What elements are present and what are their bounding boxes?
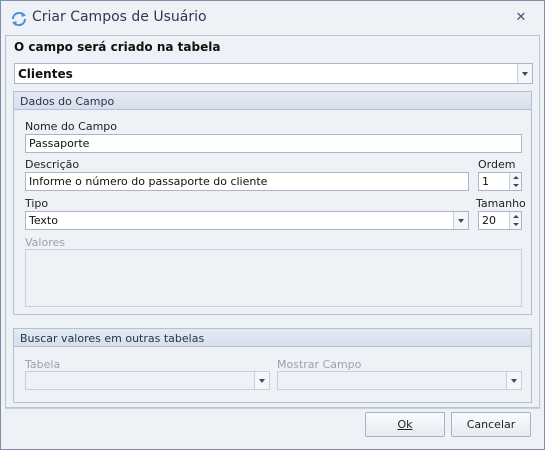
type-select[interactable]: Texto [25,211,469,230]
cancel-button-label: Cancelar [466,418,516,431]
description-label: Descrição [25,158,80,171]
window-title: Criar Campos de Usuário [32,9,207,25]
close-button[interactable]: ✕ [510,9,532,27]
spin-down-icon[interactable] [513,223,519,226]
target-table-select[interactable]: Clientes [14,63,533,84]
target-table-dropdown-button[interactable] [517,64,532,83]
order-spinner[interactable]: 1 [478,172,522,191]
show-field-dropdown-button [506,372,521,389]
size-label: Tamanho [476,197,526,210]
lookup-table-select [25,371,270,390]
description-input[interactable]: Informe o número do passaporte do client… [25,172,469,191]
description-value: Informe o número do passaporte do client… [29,175,268,188]
chevron-down-icon [522,71,528,76]
field-data-group-header: Dados do Campo [14,92,531,110]
type-dropdown-button[interactable] [453,212,468,229]
chevron-down-icon [458,218,464,223]
order-spin-buttons[interactable] [509,173,521,190]
lookup-table-dropdown-button [254,372,269,389]
target-table-value: Clientes [18,67,73,81]
values-memo [25,249,522,307]
ok-button-label: Ok [397,418,413,431]
field-name-label: Nome do Campo [25,120,117,133]
type-label: Tipo [25,197,49,210]
refresh-arrows-icon [10,10,28,28]
size-spin-buttons[interactable] [509,212,521,229]
close-icon[interactable]: ✕ [516,10,527,25]
ok-button[interactable]: Ok [365,412,445,437]
spin-up-icon[interactable] [513,176,519,179]
spin-up-icon[interactable] [513,215,519,218]
field-name-input[interactable]: Passaporte [25,134,522,153]
values-label: Valores [25,236,65,249]
type-value: Texto [29,214,58,227]
lookup-group: Buscar valores em outras tabelas [13,328,532,403]
title-bar: Criar Campos de Usuário ✕ [1,1,544,35]
size-spinner[interactable]: 20 [478,211,522,230]
target-table-label: O campo será criado na tabela [14,40,221,54]
cancel-button[interactable]: Cancelar [451,412,531,437]
show-field-select [277,371,522,390]
field-data-group-title: Dados do Campo [20,95,115,108]
chevron-down-icon [259,378,265,383]
lookup-table-label: Tabela [25,358,61,371]
order-value: 1 [482,175,489,188]
footer-divider [5,408,540,409]
spin-down-icon[interactable] [513,184,519,187]
size-value: 20 [482,214,496,227]
lookup-group-title: Buscar valores em outras tabelas [20,332,205,345]
lookup-group-header: Buscar valores em outras tabelas [14,329,531,347]
chevron-down-icon [511,378,517,383]
field-name-value: Passaporte [29,137,90,150]
show-field-label: Mostrar Campo [277,358,362,371]
order-label: Ordem [478,158,516,171]
dialog-window: Criar Campos de Usuário ✕ O campo será c… [0,0,545,450]
